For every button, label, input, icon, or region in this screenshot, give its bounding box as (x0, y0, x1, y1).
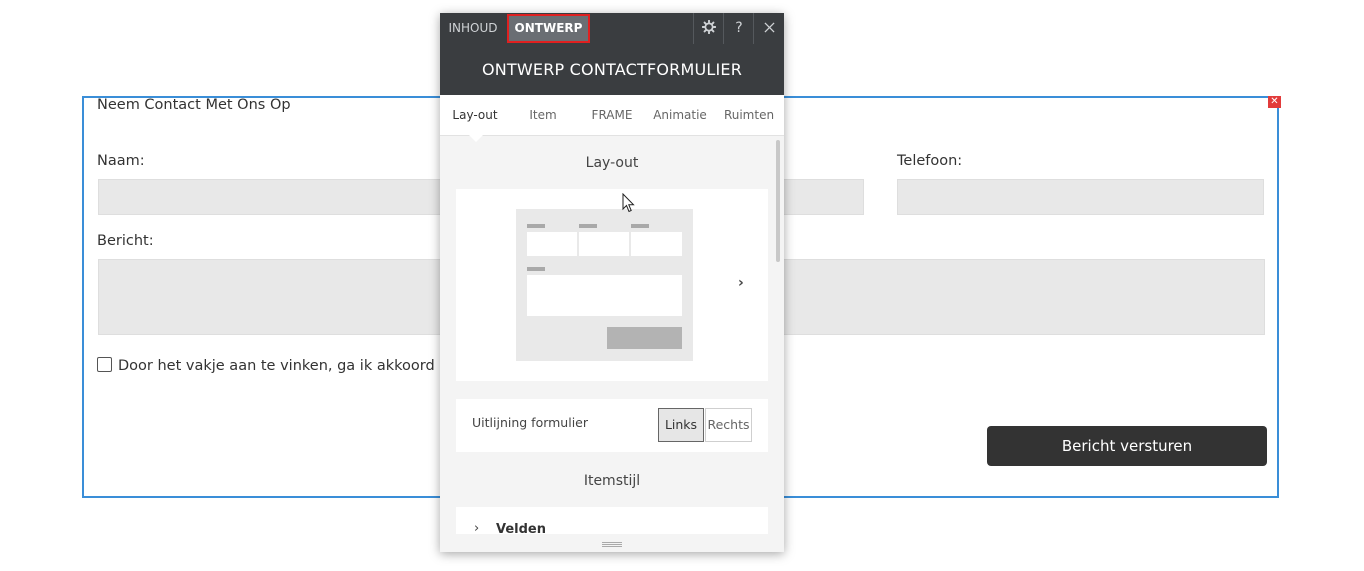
resize-grip[interactable] (440, 534, 784, 552)
gear-icon (701, 19, 717, 35)
alignment-label: Uitlijning formulier (472, 415, 589, 430)
thumb-field (579, 232, 629, 256)
name-label: Naam: (97, 153, 145, 169)
message-label: Bericht: (97, 233, 154, 249)
subtab-frame[interactable]: FRAME (580, 95, 644, 135)
remove-element-close-icon[interactable]: ✕ (1268, 96, 1281, 108)
panel-close-button[interactable] (753, 13, 784, 44)
help-button[interactable]: ? (723, 13, 754, 44)
subtab-animation[interactable]: Animatie (648, 95, 712, 135)
subtab-layout[interactable]: Lay-out (444, 95, 506, 135)
form-title: Neem Contact Met Ons Op (97, 97, 291, 113)
align-left-option[interactable]: Links (658, 408, 704, 442)
consent-row: Door het vakje aan te vinken, ga ik akko… (97, 357, 482, 374)
thumb-textarea (527, 275, 682, 316)
consent-text: Door het vakje aan te vinken, ga ik akko… (118, 358, 482, 374)
thumb-field (527, 232, 577, 256)
submit-button[interactable]: Bericht versturen (987, 426, 1267, 466)
layout-thumbnail[interactable] (516, 209, 693, 361)
settings-button[interactable] (693, 13, 724, 44)
chevron-right-icon[interactable]: › (738, 275, 744, 291)
phone-input[interactable] (897, 179, 1264, 215)
subtab-bar: Lay-out Item FRAME Animatie Ruimten (440, 95, 784, 136)
design-panel: INHOUD ONTWERP ? ONTWERP CONTACTFORMULIE… (440, 13, 784, 552)
thumb-label (631, 224, 649, 228)
consent-checkbox[interactable] (97, 357, 112, 372)
thumb-label (527, 224, 545, 228)
thumb-field (631, 232, 682, 256)
subtab-spacing[interactable]: Ruimten (718, 95, 780, 135)
item-style-title: Itemstijl (583, 473, 641, 489)
thumb-label (579, 224, 597, 228)
phone-label: Telefoon: (897, 153, 963, 169)
panel-topbar: INHOUD ONTWERP ? (440, 13, 784, 44)
align-right-option[interactable]: Rechts (705, 408, 752, 442)
thumb-label (527, 267, 545, 271)
tab-inhoud[interactable]: INHOUD (440, 13, 506, 44)
layout-section-title: Lay-out (585, 155, 639, 171)
thumb-button (607, 327, 682, 349)
panel-title: ONTWERP CONTACTFORMULIER (440, 44, 784, 95)
close-icon (763, 22, 775, 33)
subtab-item[interactable]: Item (512, 95, 574, 135)
tab-ontwerp[interactable]: ONTWERP (507, 14, 590, 43)
mouse-cursor-icon (622, 193, 635, 213)
active-subtab-pointer (468, 134, 484, 142)
